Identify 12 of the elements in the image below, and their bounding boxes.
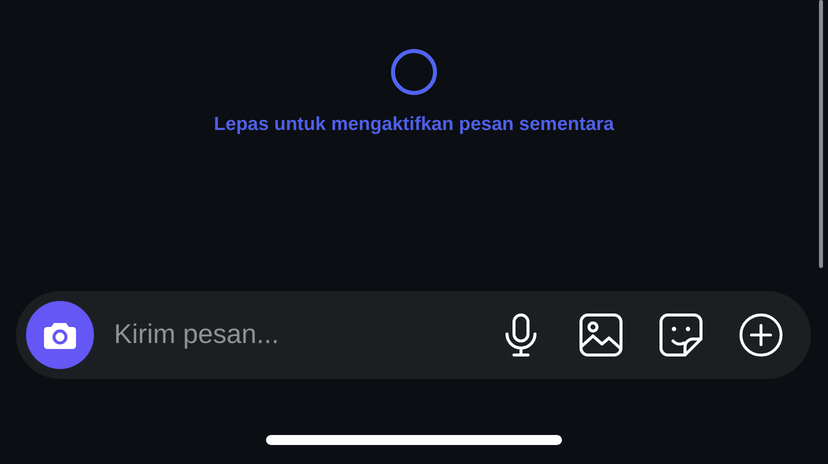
home-indicator[interactable] — [266, 434, 562, 444]
add-icon — [739, 312, 783, 358]
microphone-icon — [503, 312, 539, 356]
image-icon — [579, 312, 623, 356]
release-hint: Lepas untuk mengaktifkan pesan sementara — [214, 113, 614, 137]
message-field[interactable]: Kirim pesan... — [112, 313, 499, 356]
add-button[interactable] — [739, 312, 783, 356]
sticker-button[interactable] — [659, 312, 703, 356]
camera-button[interactable] — [26, 300, 94, 368]
loading-ring-icon — [391, 49, 437, 95]
sticker-icon — [659, 312, 703, 356]
image-button[interactable] — [579, 312, 623, 356]
